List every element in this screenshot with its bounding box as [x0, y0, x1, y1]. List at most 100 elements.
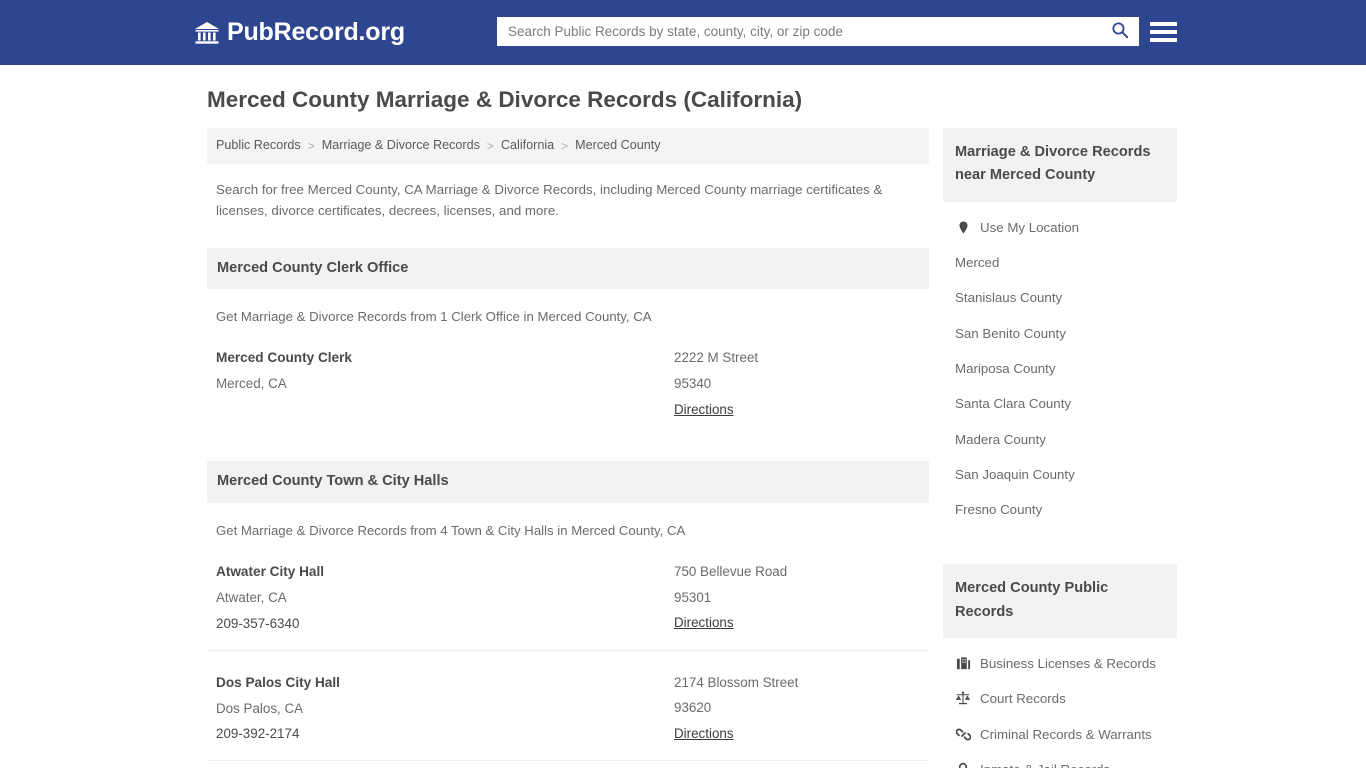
page-title: Merced County Marriage & Divorce Records…	[207, 87, 803, 112]
record-entry-street: 2222 M Street	[674, 350, 759, 366]
hamburger-menu-button[interactable]	[1149, 17, 1178, 46]
sidebar-item-fresno-county[interactable]: Fresno County	[943, 492, 1177, 527]
record-entry: Merced County Clerk Merced, CA 2222 M Stre…	[207, 326, 929, 435]
sidebar: Marriage & Divorce Records near Merced C…	[943, 128, 1177, 768]
record-entry-directions-row: Directions	[674, 721, 929, 747]
sidebar-item-san-joaquin-county[interactable]: San Joaquin County	[943, 457, 1177, 492]
record-entry-phone[interactable]: 209-392-2174	[216, 721, 674, 747]
sidebar-item-use-my-location[interactable]: Use My Location	[943, 210, 1177, 245]
breadcrumb-separator: >	[307, 138, 315, 153]
sidebar-public-records-heading: Merced County Public Records	[943, 564, 1177, 639]
record-entry-zip: 93620	[674, 700, 712, 716]
breadcrumb: Public Records > Marriage & Divorce Record…	[207, 128, 929, 164]
record-entry-left: Merced County Clerk Merced, CA	[207, 345, 674, 422]
record-entry-name[interactable]: Merced County Clerk	[216, 345, 674, 371]
record-entry-city-state: Atwater, CA	[216, 590, 287, 606]
directions-link[interactable]: Directions	[674, 721, 734, 747]
sidebar-public-records-box: Merced County Public Records Business Li…	[943, 564, 1177, 768]
content-columns: Public Records > Marriage & Divorce Record…	[198, 128, 1177, 768]
sidebar-item-label: Business Licenses & Records	[980, 656, 1156, 672]
breadcrumb-item-3[interactable]: Merced County	[575, 137, 660, 155]
record-section: Merced County Clerk Office Get Marriage &…	[207, 247, 929, 436]
sidebar-item-label: San Benito County	[955, 325, 1066, 341]
sidebar-item-label: Mariposa County	[955, 360, 1056, 376]
record-entry-name[interactable]: Atwater City Hall	[216, 559, 674, 585]
record-entry-zip: 95340	[674, 375, 712, 391]
sidebar-item-label: Criminal Records & Warrants	[980, 726, 1152, 742]
sidebar-item-santa-clara-county[interactable]: Santa Clara County	[943, 386, 1177, 421]
sidebar-nearby-heading: Marriage & Divorce Records near Merced C…	[943, 128, 1177, 202]
search-button[interactable]	[1101, 17, 1139, 46]
breadcrumb-item-0[interactable]: Public Records	[216, 137, 301, 155]
bank-building-icon	[194, 21, 220, 45]
record-entry-street: 750 Bellevue Road	[674, 563, 788, 579]
record-entry-city-state: Dos Palos, CA	[216, 700, 304, 716]
search-input[interactable]	[497, 17, 1101, 46]
record-entry-name[interactable]: Dos Palos City Hall	[216, 670, 674, 696]
sidebar-item-merced[interactable]: Merced	[943, 245, 1177, 280]
sidebar-item-stanislaus-county[interactable]: Stanislaus County	[943, 280, 1177, 315]
section-heading: Merced County Town & City Halls	[207, 461, 929, 503]
hamburger-menu-icon	[1150, 21, 1177, 26]
breadcrumb-separator: >	[561, 138, 569, 153]
sidebar-nearby-box: Marriage & Divorce Records near Merced C…	[943, 128, 1177, 537]
record-entry-city-state: Merced, CA	[216, 376, 287, 392]
sidebar-item-label: Fresno County	[955, 502, 1043, 518]
sidebar-public-records-list: Business Licenses & Records Court Records…	[943, 638, 1177, 768]
breadcrumb-item-2[interactable]: California	[501, 137, 554, 155]
section-subtitle: Get Marriage & Divorce Records from 1 Cl…	[216, 309, 652, 324]
record-entry-zip: 95301	[674, 589, 712, 605]
sidebar-item-court-records[interactable]: Court Records	[943, 681, 1177, 716]
record-entry-directions-row: Directions	[674, 397, 929, 423]
section-subtitle: Get Marriage & Divorce Records from 4 To…	[216, 522, 686, 538]
record-entry: Dos Palos City Hall Dos Palos, CA 209-392-…	[207, 651, 929, 762]
search-icon	[1111, 21, 1129, 42]
sidebar-item-madera-county[interactable]: Madera County	[943, 422, 1177, 457]
chain-link-icon	[955, 726, 971, 742]
sidebar-item-label: Merced	[955, 255, 1000, 271]
sidebar-item-inmate-jail-records[interactable]: Inmate & Jail Records	[943, 752, 1177, 768]
sidebar-item-business-licenses-records[interactable]: Business Licenses & Records	[943, 646, 1177, 681]
breadcrumb-item-1[interactable]: Marriage & Divorce Records	[322, 137, 480, 155]
balance-scale-icon	[955, 691, 971, 707]
padlock-icon	[955, 762, 971, 768]
hamburger-menu-icon-bar	[1150, 29, 1177, 34]
record-entry-right: 750 Bellevue Road 95301 Directions	[674, 559, 929, 637]
record-entry-left: Atwater City Hall Atwater, CA 209-357-6340	[207, 559, 674, 637]
sidebar-item-label: Santa Clara County	[955, 396, 1072, 412]
sidebar-item-label: Inmate & Jail Records	[980, 761, 1110, 768]
page-container: Merced County Marriage & Divorce Records…	[198, 65, 1177, 768]
sidebar-item-criminal-records-warrants[interactable]: Criminal Records & Warrants	[943, 717, 1177, 752]
record-entry-right: 2174 Blossom Street 93620 Directions	[674, 670, 929, 748]
sidebar-item-mariposa-county[interactable]: Mariposa County	[943, 351, 1177, 386]
sidebar-item-label: Madera County	[955, 431, 1046, 447]
site-header: PubRecord.org	[0, 0, 1366, 65]
directions-link[interactable]: Directions	[674, 397, 734, 423]
record-entry-right: 2222 M Street 95340 Directions	[674, 345, 929, 422]
record-entry-street: 2174 Blossom Street	[674, 674, 799, 690]
record-entry-directions-row: Directions	[674, 610, 929, 636]
site-logo-text: PubRecord.org	[227, 18, 405, 46]
record-entry-phone[interactable]: 209-357-6340	[216, 611, 674, 637]
record-entry-left: Dos Palos City Hall Dos Palos, CA 209-392-…	[207, 670, 674, 748]
sidebar-item-label: San Joaquin County	[955, 466, 1075, 482]
site-logo[interactable]: PubRecord.org	[194, 20, 405, 45]
sidebar-item-label: Court Records	[980, 691, 1066, 707]
directions-link[interactable]: Directions	[674, 610, 734, 636]
section-heading: Merced County Clerk Office	[207, 247, 929, 289]
sidebar-item-san-benito-county[interactable]: San Benito County	[943, 316, 1177, 351]
record-entry: Atwater City Hall Atwater, CA 209-357-6340…	[207, 540, 929, 651]
map-pin-icon	[955, 219, 971, 235]
sidebar-item-label: Use My Location	[980, 219, 1080, 235]
page-intro: Search for free Merced County, CA Marria…	[216, 181, 883, 218]
building-icon	[955, 656, 971, 672]
record-section: Merced County Town & City Halls Get Marri…	[207, 461, 929, 768]
record-entry: Gustine City HallGustine, CA209-854-6471…	[207, 761, 929, 768]
breadcrumb-separator: >	[486, 138, 494, 153]
sidebar-nearby-list: Use My Location Merced Stanislaus County Sa…	[943, 202, 1177, 538]
search-bar	[497, 17, 1139, 46]
record-sections: Merced County Clerk Office Get Marriage &…	[207, 247, 929, 768]
main-content: Public Records > Marriage & Divorce Record…	[207, 128, 929, 768]
hamburger-menu-icon-bar	[1150, 37, 1177, 42]
sidebar-item-label: Stanislaus County	[955, 290, 1063, 306]
